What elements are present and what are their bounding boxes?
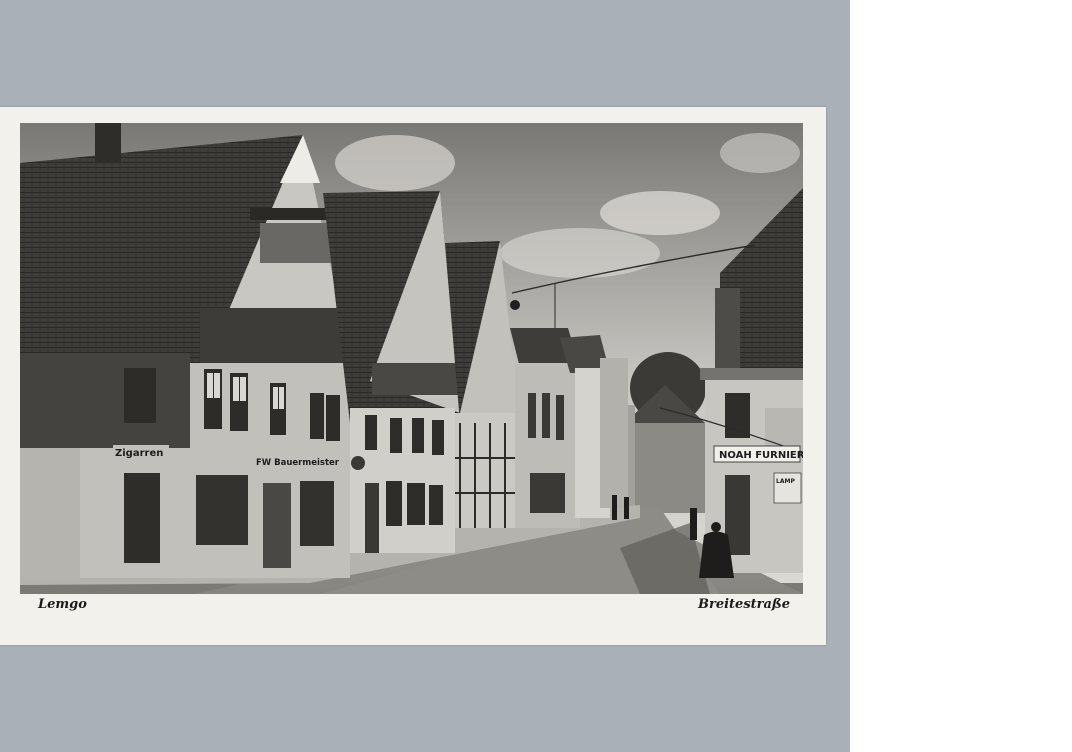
postcard: Zigarren FW Bauermeister NOAH FURNIER LA… (0, 107, 826, 645)
caption-street: Breitestraße (698, 597, 791, 612)
caption-town: Lemgo (38, 597, 87, 612)
street-lamp (510, 300, 520, 310)
shop-sign-bauermeister: FW Bauermeister (256, 458, 340, 468)
house-3-facade (455, 413, 520, 528)
shop-sign-noah-furnier: NOAH FURNIER (719, 450, 803, 461)
street-photo: Zigarren FW Bauermeister NOAH FURNIER LA… (20, 123, 803, 594)
shop-sign-lamp: LAMP (776, 478, 795, 485)
shop-sign-zigarren: Zigarren (115, 448, 163, 459)
